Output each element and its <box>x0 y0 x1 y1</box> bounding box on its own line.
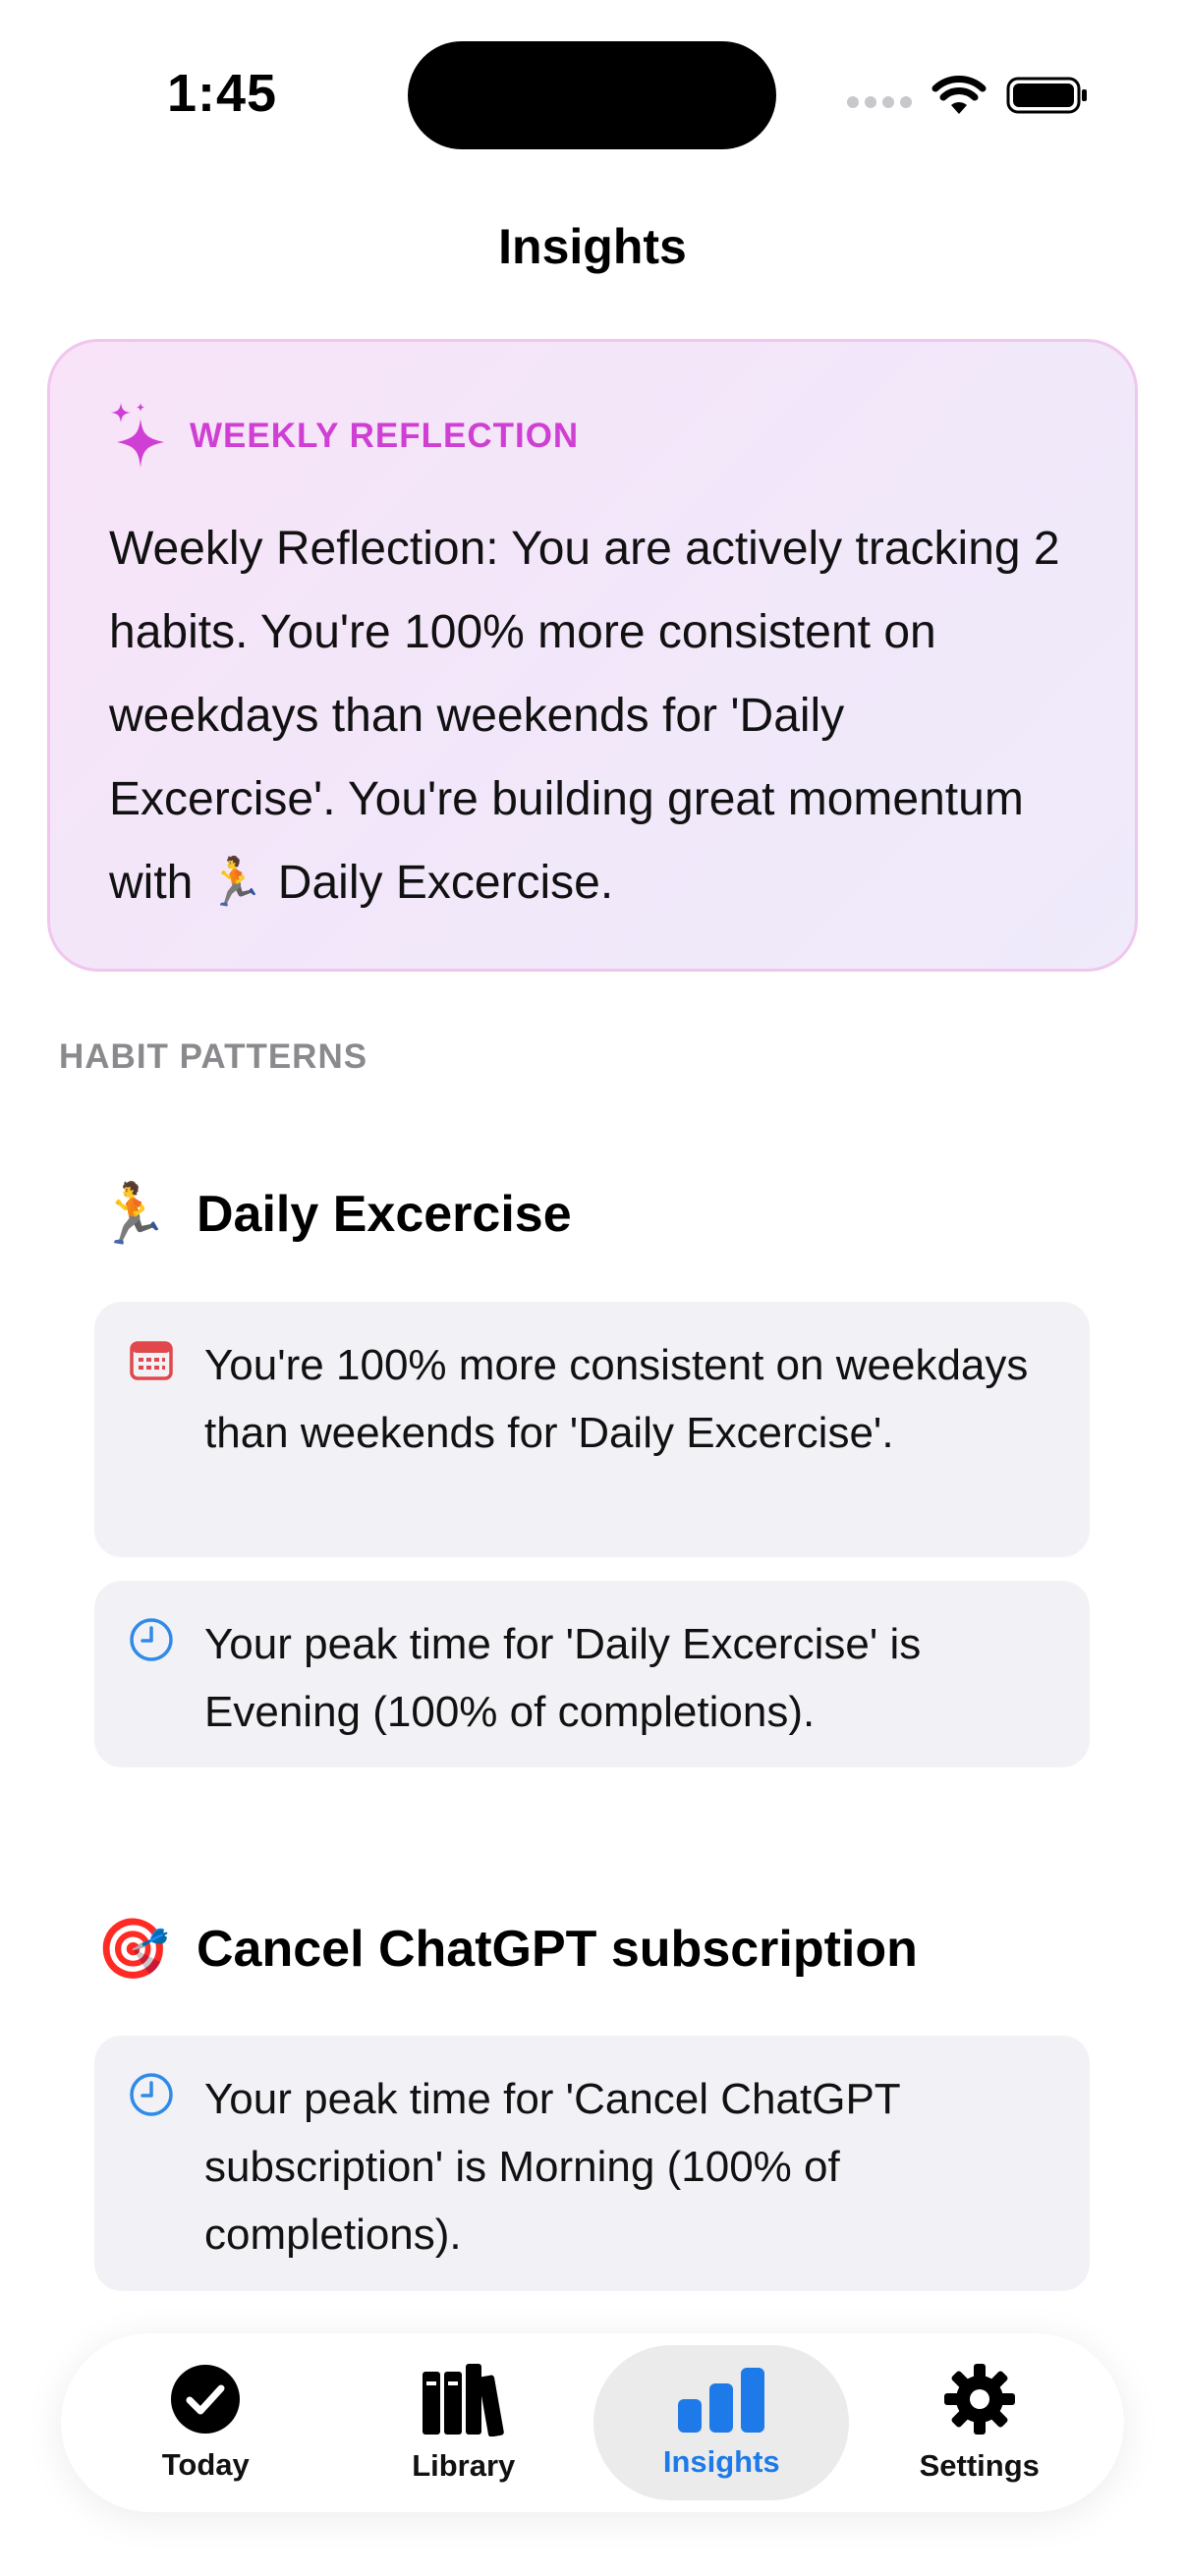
reflection-text: Weekly Reflection: You are actively trac… <box>109 523 1060 909</box>
clock-icon <box>130 1618 173 1661</box>
bar-chart-icon <box>678 2368 765 2433</box>
gear-icon <box>943 2364 1015 2435</box>
books-icon <box>422 2364 504 2436</box>
tab-label: Library <box>412 2448 516 2483</box>
tab-label: Today <box>161 2447 250 2482</box>
reflection-label: WEEKLY REFLECTION <box>190 417 580 455</box>
tab-settings[interactable]: Settings <box>852 2345 1107 2500</box>
cellular-signal-icon <box>847 96 912 108</box>
tab-today[interactable]: Today <box>78 2345 333 2500</box>
habit-name: Daily Excercise <box>197 1186 572 1243</box>
insight-card-peak-time: Your peak time for 'Cancel ChatGPT subsc… <box>94 2036 1090 2291</box>
insight-text: Your peak time for 'Cancel ChatGPT subsc… <box>204 2075 900 2259</box>
clock-icon <box>130 2073 173 2116</box>
battery-icon <box>1006 77 1087 114</box>
tab-label: Insights <box>662 2444 780 2479</box>
status-time: 1:45 <box>167 64 278 123</box>
tab-label: Settings <box>919 2448 1040 2483</box>
insight-text: You're 100% more consistent on weekdays … <box>204 1341 1029 1457</box>
wifi-icon <box>931 76 987 114</box>
insight-text: Your peak time for 'Daily Excercise' is … <box>204 1620 922 1736</box>
tab-bar: Today Library Insights Settings <box>61 2333 1124 2512</box>
dynamic-island <box>408 41 776 149</box>
runner-emoji-icon: 🏃 <box>96 1181 170 1247</box>
habit-title-cancel-chatgpt: 🎯 Cancel ChatGPT subscription <box>96 1920 918 1979</box>
insight-card-weekday: You're 100% more consistent on weekdays … <box>94 1302 1090 1557</box>
status-icons <box>847 71 1089 120</box>
habit-title-daily-excercise: 🏃 Daily Excercise <box>96 1185 572 1244</box>
tab-library[interactable]: Library <box>336 2345 592 2500</box>
weekly-reflection-card: WEEKLY REFLECTION Weekly Reflection: You… <box>47 339 1138 972</box>
calendar-icon <box>130 1341 173 1380</box>
habit-name: Cancel ChatGPT subscription <box>197 1921 918 1978</box>
page-title: Insights <box>498 219 687 274</box>
target-emoji-icon: 🎯 <box>96 1916 170 1982</box>
checkmark-circle-icon <box>171 2365 241 2434</box>
insights-screen: 1:45 Insights WEEKLY REFLECTION Weekly R… <box>0 0 1185 2576</box>
sparkles-icon <box>111 403 164 468</box>
tab-insights[interactable]: Insights <box>593 2345 850 2500</box>
section-header-habit-patterns: HABIT PATTERNS <box>59 1037 368 1076</box>
insight-card-peak-time: Your peak time for 'Daily Excercise' is … <box>94 1581 1090 1767</box>
